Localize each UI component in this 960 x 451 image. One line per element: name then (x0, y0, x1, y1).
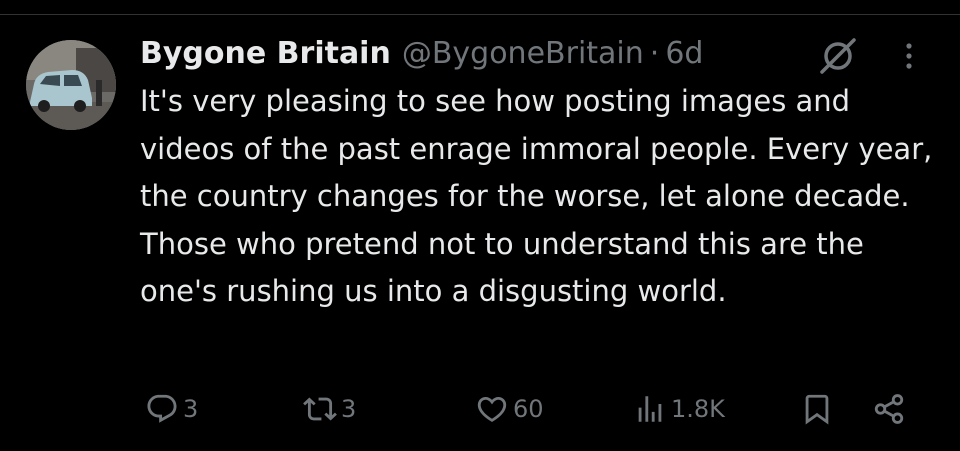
timestamp[interactable]: 6d (665, 32, 703, 76)
repost-button[interactable]: 3 (303, 387, 356, 431)
like-count: 60 (513, 395, 544, 423)
display-name[interactable]: Bygone Britain (140, 32, 391, 76)
views-button[interactable]: 1.8K (633, 387, 725, 431)
tweet[interactable]: Bygone Britain @BygoneBritain · 6d It's … (140, 32, 942, 425)
repost-icon (303, 397, 337, 421)
views-count: 1.8K (671, 395, 725, 423)
like-button[interactable]: 60 (475, 387, 544, 431)
reply-count: 3 (183, 395, 199, 423)
avatar[interactable] (26, 40, 116, 130)
bookmark-button[interactable] (800, 387, 834, 431)
separator-dot: · (649, 36, 660, 71)
views-icon (638, 396, 662, 422)
like-icon (477, 396, 507, 422)
grok-icon[interactable] (816, 36, 860, 76)
user-handle[interactable]: @BygoneBritain (402, 32, 644, 76)
reply-button[interactable]: 3 (145, 387, 198, 431)
action-bar: 3 3 60 1.8K (140, 387, 940, 431)
reply-icon (147, 394, 177, 423)
repost-count: 3 (341, 395, 357, 423)
bookmark-icon (805, 394, 829, 425)
more-vertical-icon[interactable] (894, 36, 924, 76)
share-icon (874, 394, 904, 424)
tweet-text: It's very pleasing to see how posting im… (140, 84, 942, 308)
top-divider (0, 14, 960, 15)
share-button[interactable] (872, 387, 906, 431)
